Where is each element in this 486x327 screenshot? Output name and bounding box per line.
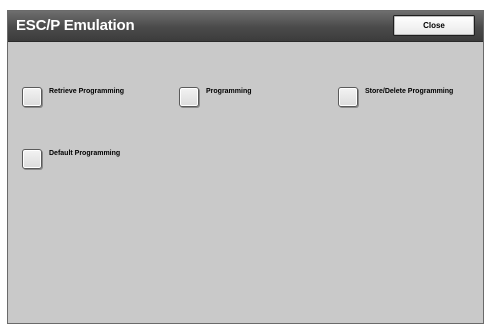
default-programming-checkbox[interactable]	[22, 149, 42, 169]
programming-label: Programming	[206, 88, 252, 95]
esc-p-emulation-dialog: ESC/P Emulation Close Retrieve Programmi…	[7, 10, 484, 324]
store-delete-programming-label: Store/Delete Programming	[365, 88, 454, 95]
title-bar: ESC/P Emulation Close	[8, 11, 483, 42]
dialog-title: ESC/P Emulation	[16, 17, 135, 34]
store-delete-programming-checkbox[interactable]	[338, 87, 358, 107]
retrieve-programming-checkbox[interactable]	[22, 87, 42, 107]
close-button[interactable]: Close	[393, 15, 475, 36]
store-delete-programming-button[interactable]: Store/Delete Programming	[338, 87, 453, 107]
default-programming-label: Default Programming	[49, 150, 121, 157]
programming-button[interactable]: Programming	[179, 87, 252, 107]
retrieve-programming-label: Retrieve Programming	[49, 88, 125, 95]
programming-checkbox[interactable]	[179, 87, 199, 107]
default-programming-button[interactable]: Default Programming	[22, 149, 120, 169]
retrieve-programming-button[interactable]: Retrieve Programming	[22, 87, 124, 107]
